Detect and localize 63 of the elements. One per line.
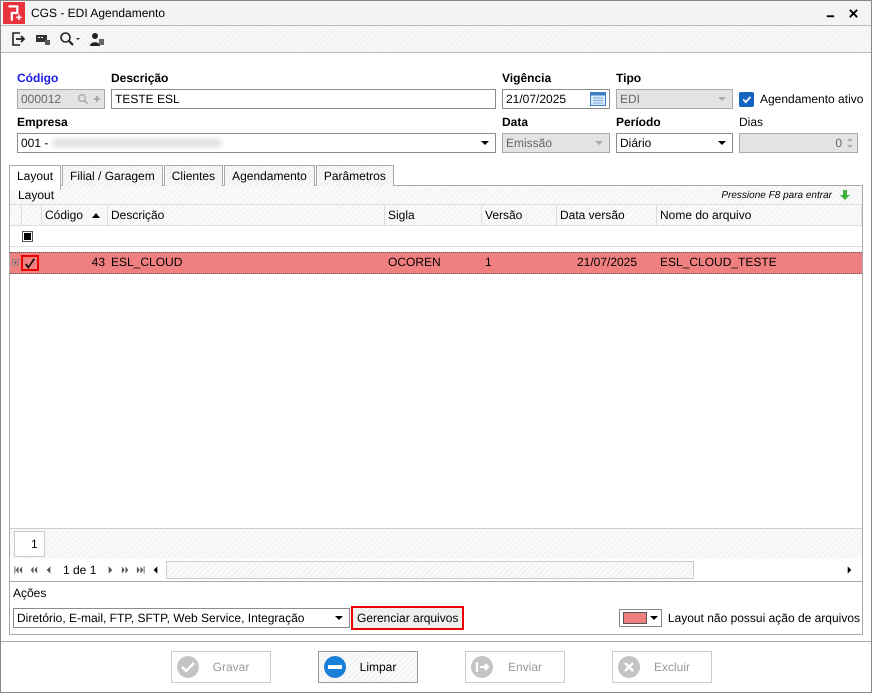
field-label: Período (616, 115, 662, 129)
tab[interactable]: Parâmetros (316, 165, 394, 186)
column-header[interactable]: Código (42, 205, 108, 225)
close-circle-icon (617, 655, 641, 679)
table-cell-text: ESL_CLOUD (110, 254, 184, 271)
scroll-left-icon[interactable] (151, 566, 160, 574)
field-label: Tipo (616, 71, 642, 85)
select-all-checkbox[interactable] (22, 230, 33, 242)
checkbox-label: Agendamento ativo (760, 92, 864, 106)
actions-label: Ações (13, 586, 48, 600)
row-checkbox[interactable] (21, 254, 39, 271)
last-page-icon[interactable] (136, 566, 146, 574)
manage-files-button[interactable]: Gerenciar arquivos (351, 606, 464, 630)
legend-text: Layout não possui ação de arquivos (668, 611, 860, 625)
description-field[interactable]: TESTE ESL (111, 89, 496, 109)
table-cell-text: OCOREN (387, 254, 442, 271)
table-cell-text: 21/07/2025 (576, 254, 638, 271)
date-field[interactable]: 21/07/2025 (502, 89, 610, 109)
page-number[interactable]: 1 (14, 531, 45, 557)
previous-page-icon[interactable] (29, 566, 38, 574)
table-cell-text: ESL_CLOUD_TESTE (659, 254, 778, 271)
exit-icon[interactable] (11, 31, 27, 47)
tab[interactable]: Agendamento (224, 165, 315, 186)
column-header[interactable]: Versão (482, 205, 557, 225)
column-header[interactable]: Nome do arquivo (657, 205, 862, 225)
column-header[interactable]: Sigla (385, 205, 482, 225)
send-icon (470, 655, 494, 679)
field-label: Código (17, 71, 60, 85)
table-cell-text: 1 (484, 254, 493, 271)
user-icon[interactable] (89, 31, 105, 47)
tab[interactable]: Filial / Garagem (62, 165, 163, 186)
active-checkbox[interactable] (739, 92, 754, 106)
field-label: Descrição (111, 71, 170, 85)
close-icon[interactable] (848, 8, 859, 18)
pager-text: 1 de 1 (63, 563, 96, 577)
hint-text: Pressione F8 para entrar (721, 190, 832, 200)
horizontal-scrollbar[interactable] (166, 561, 694, 579)
column-header[interactable]: Data versão (557, 205, 657, 225)
column-header[interactable]: Descrição (108, 205, 385, 225)
search-icon[interactable] (59, 31, 81, 47)
next-page-icon[interactable] (121, 566, 130, 574)
field-label: Vigência (502, 71, 552, 85)
field-label: Data (502, 115, 530, 129)
color-picker[interactable] (618, 609, 662, 627)
grid-title: Layout (18, 188, 54, 202)
actions-dropdown[interactable]: Diretório, E-mail, FTP, SFTP, Web Service, Integração (13, 608, 350, 628)
first-page-icon[interactable] (14, 566, 23, 574)
tab[interactable]: Clientes (164, 165, 224, 186)
window-title: CGS - EDI Agendamento (31, 6, 166, 20)
check-circle-icon (176, 655, 200, 679)
company-dropdown[interactable]: 001 - (17, 133, 496, 153)
period-dropdown[interactable]: Diário (616, 133, 733, 153)
minus-circle-icon (323, 655, 347, 679)
calendar-icon[interactable] (590, 92, 606, 106)
field-label: Dias (739, 115, 764, 129)
scroll-right-icon[interactable] (845, 566, 854, 574)
previous-icon[interactable] (44, 566, 53, 574)
arrow-down-icon[interactable] (840, 190, 850, 200)
tab[interactable]: Layout (9, 165, 62, 190)
action-button[interactable]: Limpar (318, 651, 418, 683)
table-row[interactable]: 43 ESL_CLOUD OCOREN 1 21/07/2025 ESL_CLOUD_TESTE (10, 252, 862, 274)
field-label: Empresa (17, 115, 69, 129)
table-cell-text: 43 (90, 254, 106, 271)
